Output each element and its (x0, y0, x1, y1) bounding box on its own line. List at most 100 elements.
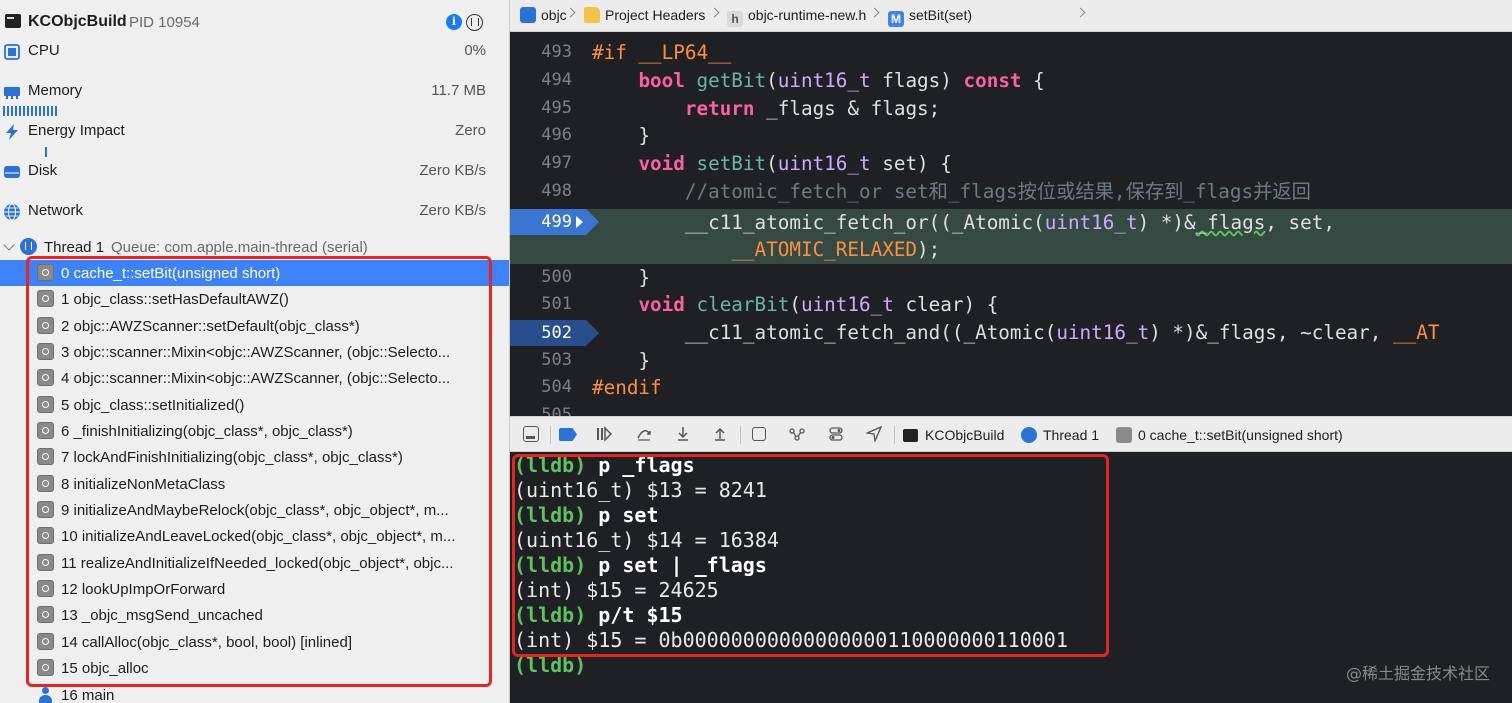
memory-graph-icon[interactable] (789, 426, 805, 442)
code-text: ) *)& (1137, 211, 1196, 234)
crumb-label: KCObjcBuild (925, 427, 1005, 443)
info-icon[interactable]: i (446, 14, 462, 30)
energy-sparkline (45, 147, 47, 157)
crumb-label: setBit(set) (909, 7, 973, 23)
breakpoints-toggle-icon[interactable] (559, 428, 577, 441)
gauge-cpu[interactable]: CPU 0% (0, 40, 510, 80)
stack-frame[interactable]: 15 objc_alloc (0, 655, 510, 681)
crumb-file[interactable]: h objc-runtime-new.h (727, 7, 866, 27)
line-number: 504 (541, 377, 572, 397)
line-number: 503 (541, 350, 572, 370)
process-row[interactable]: KCObjcBuild PID 10954 i (0, 0, 510, 44)
gauge-memory[interactable]: Memory 11.7 MB (0, 80, 510, 120)
stack-frame[interactable]: 0 cache_t::setBit(unsigned short) (0, 260, 510, 287)
stack-frame[interactable]: 13 _objc_msgSend_uncached (0, 602, 510, 628)
stack-frame[interactable]: 8 initializeNonMetaClass (0, 471, 510, 497)
continue-icon[interactable] (596, 426, 612, 442)
code-line: 493 #if __LP64__ (510, 39, 1512, 67)
crumb-label: 0 cache_t::setBit(unsigned short) (1138, 427, 1343, 443)
step-out-icon[interactable] (712, 426, 728, 442)
code-text: } (638, 349, 651, 372)
crumb-method[interactable]: MsetBit(set) (888, 7, 973, 27)
gauge-label: Network (28, 202, 84, 219)
thread-row[interactable]: Thread 1 Queue: com.apple.main-thread (s… (0, 236, 510, 258)
code-text: flags) (870, 69, 964, 92)
process-pid: PID 10954 (129, 14, 200, 31)
stack-frame[interactable]: 1 objc_class::setHasDefaultAWZ() (0, 286, 510, 312)
stack-frame[interactable]: 4 objc::scanner::Mixin<objc::AWZScanner,… (0, 365, 510, 391)
chevron-down-icon[interactable] (3, 239, 15, 251)
step-into-icon[interactable] (675, 426, 691, 442)
lldb-console[interactable]: (lldb) p _flags (uint16_t) $13 = 8241 (l… (510, 452, 1512, 703)
code-text: __c11_atomic_fetch_or((_Atomic( (684, 211, 1045, 234)
simulate-location-icon[interactable] (866, 426, 882, 442)
line-number: 501 (541, 294, 572, 314)
keyword: return (684, 97, 755, 120)
gauge-energy[interactable]: Energy Impact Zero (0, 120, 510, 160)
debug-crumb-frame[interactable]: 0 cache_t::setBit(unsigned short) (1116, 427, 1343, 443)
code-text: } (638, 124, 651, 147)
thread-view-icon[interactable] (466, 14, 483, 31)
type-name: uint16_t (800, 293, 894, 316)
frame-gear-icon (37, 474, 54, 492)
frame-gear-icon (37, 369, 54, 387)
gauge-value: 11.7 MB (431, 82, 486, 99)
crumb-project[interactable]: objc (520, 7, 567, 25)
code-line: 498 //atomic_fetch_or set和_flags按位或结果,保存… (510, 178, 1512, 206)
environment-overrides-icon[interactable] (828, 426, 844, 442)
frame-label: 2 objc::AWZScanner::setDefault(objc_clas… (61, 317, 360, 335)
gauge-disk[interactable]: Disk Zero KB/s (0, 160, 510, 200)
code-editor[interactable]: 493 #if __LP64__ 494 bool getBit(uint16_t… (510, 33, 1512, 416)
thread-title: Thread 1 (44, 239, 105, 256)
folder-icon (584, 7, 600, 23)
debug-crumb-process[interactable]: KCObjcBuild (903, 427, 1004, 443)
view-hierarchy-icon[interactable] (752, 427, 766, 441)
line-number: 493 (541, 42, 572, 62)
thread-icon (20, 238, 37, 255)
crumb-label: Thread 1 (1043, 427, 1100, 443)
process-name: KCObjcBuild (28, 13, 127, 30)
stack-frame[interactable]: 6 _finishInitializing(objc_class*, objc_… (0, 418, 510, 444)
frame-gear-icon (37, 448, 54, 466)
debug-toolbar: KCObjcBuild Thread 1 0 cache_t::setBit(u… (510, 416, 1512, 452)
debug-navigator: KCObjcBuild PID 10954 i CPU 0% Memory 11… (0, 0, 510, 703)
keyword: void (638, 152, 685, 175)
debug-crumb-thread[interactable]: Thread 1 (1021, 427, 1099, 443)
crumb-folder[interactable]: Project Headers (584, 7, 705, 25)
frame-gear-icon (1116, 427, 1132, 443)
step-over-icon[interactable] (636, 426, 652, 442)
gauge-network[interactable]: Network Zero KB/s (0, 200, 510, 240)
function-name: getBit (696, 69, 767, 92)
command-text: p set | _flags (586, 553, 767, 577)
code-line: 494 bool getBit(uint16_t flags) const { (510, 67, 1512, 95)
stack-frame[interactable]: 2 objc::AWZScanner::setDefault(objc_clas… (0, 313, 510, 339)
stack-frame-list: 0 cache_t::setBit(unsigned short) 1 objc… (0, 260, 510, 703)
console-output: (int) $15 = 24625 (514, 578, 719, 602)
frame-gear-icon (37, 395, 54, 413)
frame-gear-icon (37, 606, 54, 624)
code-line: __c11_atomic_fetch_and((_Atomic(uint16_t… (510, 319, 1512, 347)
stack-frame[interactable]: 14 callAlloc(objc_class*, bool, bool) [i… (0, 629, 510, 655)
frame-label: 12 lookUpImpOrForward (61, 581, 226, 599)
code-line: 504 #endif (510, 374, 1512, 402)
frame-gear-icon (37, 553, 54, 571)
frame-label: 11 realizeAndInitializeIfNeeded_locked(o… (61, 554, 454, 572)
stack-frame[interactable]: 11 realizeAndInitializeIfNeeded_locked(o… (0, 550, 510, 576)
hide-debug-area-icon[interactable] (523, 426, 539, 442)
stack-frame[interactable]: 9 initializeAndMaybeRelock(objc_class*, … (0, 497, 510, 523)
preprocessor: #if __LP64__ (592, 41, 732, 64)
stack-frame[interactable]: 12 lookUpImpOrForward (0, 576, 510, 602)
stack-frame[interactable]: 10 initializeAndLeaveLocked(objc_class*,… (0, 523, 510, 549)
frame-label: 16 main (61, 686, 115, 703)
code-text: _flags & flags; (754, 97, 941, 120)
stack-frame[interactable]: 16 main (0, 682, 510, 703)
code-text: { (1021, 69, 1045, 92)
gauge-value: Zero KB/s (419, 162, 486, 179)
frame-label: 7 lockAndFinishInitializing(objc_class*,… (61, 449, 403, 467)
console-input-line[interactable]: (lldb) (514, 653, 586, 678)
jump-bar: objc Project Headers h objc-runtime-new.h… (510, 0, 1512, 32)
stack-frame[interactable]: 3 objc::scanner::Mixin<objc::AWZScanner,… (0, 339, 510, 365)
stack-frame[interactable]: 5 objc_class::setInitialized() (0, 392, 510, 418)
stack-frame[interactable]: 7 lockAndFinishInitializing(objc_class*,… (0, 444, 510, 470)
console-output: (uint16_t) $13 = 8241 (514, 478, 767, 502)
